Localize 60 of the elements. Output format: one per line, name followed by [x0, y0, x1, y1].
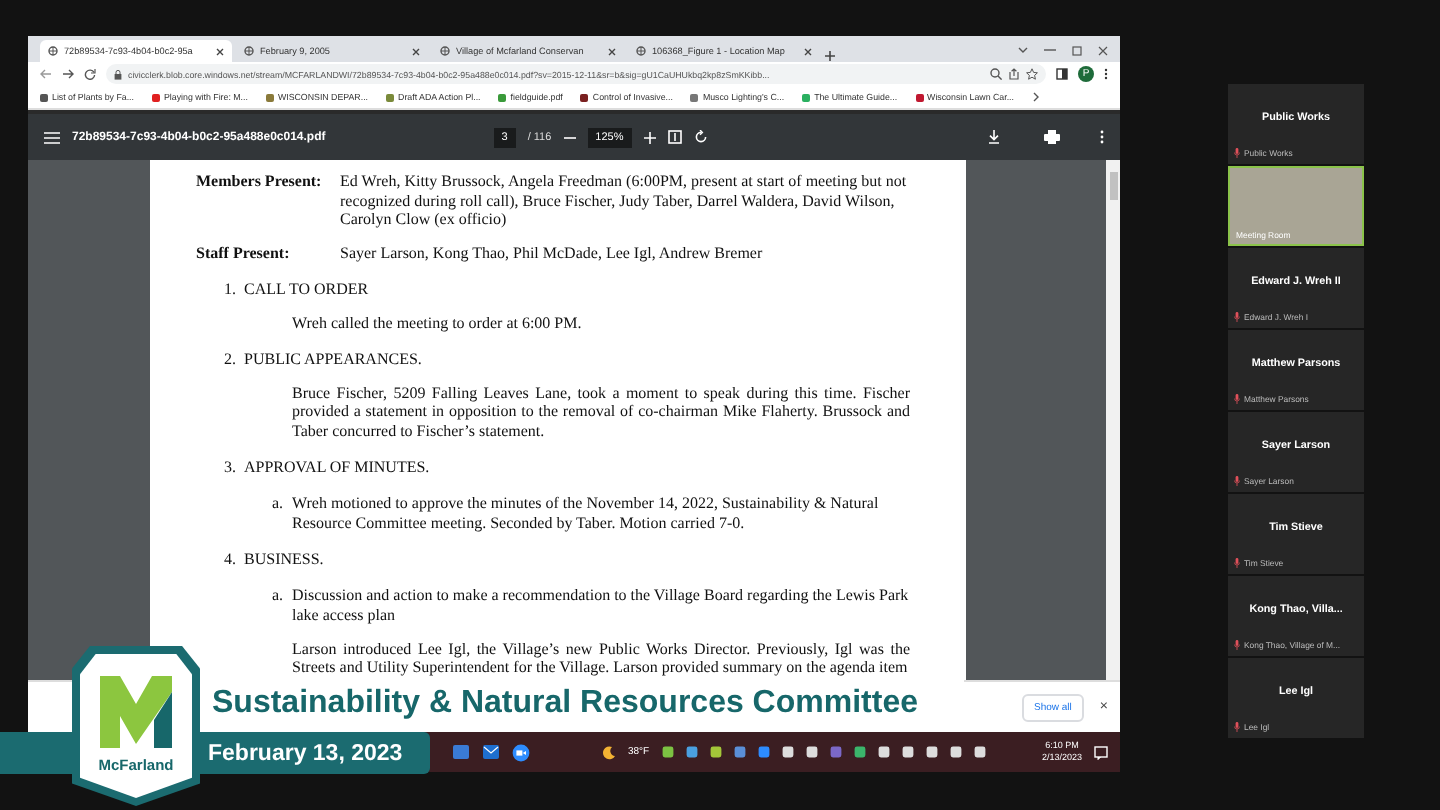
microphone-icon: [1234, 394, 1240, 404]
paragraph: Larson introduced Lee Igl, the Village’s new Public Works Director. Previously, Igl was the Streets and Utility Superintendent for the Village. Larson provided summary on the agenda item: [290, 639, 910, 677]
paragraph: Wreh called the meeting to order at 6:00 PM.: [290, 313, 584, 332]
zoom-icon[interactable]: [990, 68, 1002, 80]
section-number: 1.: [224, 279, 238, 298]
close-icon[interactable]: [216, 47, 224, 55]
minus-icon[interactable]: [563, 135, 576, 139]
globe-icon: [48, 46, 58, 56]
list-item-text: Discussion and action to make a recommendation to the Village Board regarding the Lewis Park lake access plan: [292, 586, 910, 624]
globe-icon: [636, 46, 646, 56]
section-heading: CALL TO ORDER: [244, 279, 369, 298]
mail-icon[interactable]: [482, 744, 500, 760]
microphone-icon: [1234, 476, 1240, 486]
section-number: 4.: [224, 549, 238, 568]
microphone-icon: [1234, 148, 1240, 158]
restore-icon[interactable]: [1072, 45, 1082, 55]
microphone-icon: [1234, 312, 1240, 322]
section-number: 2.: [224, 349, 238, 368]
paragraph: Bruce Fischer, 5209 Falling Leaves Lane, took a moment to speak during this time. Fischer provided a statement in opposition to the removal of co-chairman Mike Flaherty. Brussock and Taber concurred to Fischer’s statement.: [290, 383, 910, 440]
sidebar-icon[interactable]: [1056, 68, 1068, 80]
scrollbar[interactable]: [1106, 160, 1120, 680]
close-icon[interactable]: [1098, 45, 1108, 55]
plus-icon[interactable]: [824, 50, 836, 62]
section-heading: BUSINESS.: [244, 549, 324, 568]
list-marker: a.: [272, 586, 286, 608]
chevron-down-icon[interactable]: [1018, 46, 1028, 54]
download-icon[interactable]: [988, 130, 1000, 144]
field-label: Members Present:: [196, 172, 324, 194]
microphone-icon: [1234, 640, 1240, 650]
reload-icon[interactable]: [84, 68, 96, 80]
field-label: Staff Present:: [196, 243, 292, 262]
section-heading: PUBLIC APPEARANCES.: [244, 349, 422, 368]
microphone-icon: [1234, 722, 1240, 732]
share-icon[interactable]: [1008, 68, 1020, 80]
list-marker: a.: [272, 494, 286, 516]
lock-icon: [114, 69, 122, 79]
fit-page-icon[interactable]: [667, 130, 682, 144]
star-icon[interactable]: [1026, 68, 1038, 80]
microphone-icon: [1234, 558, 1240, 568]
section-number: 3.: [224, 457, 238, 476]
video-placeholder: [1230, 168, 1362, 244]
close-icon[interactable]: [804, 47, 812, 55]
section-heading: APPROVAL OF MINUTES.: [244, 457, 430, 476]
field-value: Sayer Larson, Kong Thao, Phil McDade, Lee Igl, Andrew Bremer: [340, 243, 763, 262]
chevron-right-icon[interactable]: [1031, 92, 1040, 102]
rotate-icon[interactable]: [693, 130, 708, 144]
forward-arrow-icon[interactable]: [62, 68, 74, 80]
window-app-icon[interactable]: [452, 744, 470, 760]
moon-icon: [602, 745, 616, 759]
close-icon[interactable]: [608, 47, 616, 55]
minimize-icon[interactable]: [1044, 48, 1056, 52]
notification-icon[interactable]: [1094, 745, 1108, 759]
menu-icon[interactable]: [44, 131, 60, 143]
close-icon[interactable]: [412, 47, 420, 55]
list-item-text: Wreh motioned to approve the minutes of the November 14, 2022, Sustainability & Natural Resource Committee meeting. Seconded by Taber. Motion carried 7-0.: [292, 494, 881, 532]
globe-icon: [244, 46, 254, 56]
back-arrow-icon[interactable]: [40, 68, 52, 80]
video-call-icon[interactable]: [512, 743, 530, 761]
field-value: Ed Wreh, Kitty Brussock, Angela Freedman (6:00PM, present at start of meeting but not recognized during roll call), Bruce Fischer, Judy Taber, Darrel Waldera, David Wilson, Carolyn Clow (ex officio): [340, 172, 909, 229]
globe-icon: [440, 46, 450, 56]
